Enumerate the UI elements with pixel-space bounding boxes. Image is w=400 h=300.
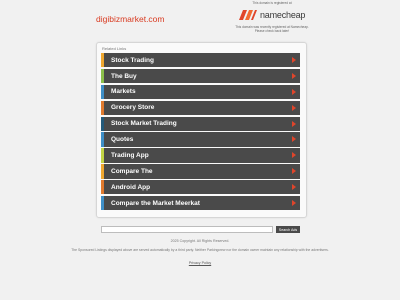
related-links-panel: Related Links Stock Trading The Buy Market… — [96, 42, 307, 218]
domain-title: digibizmarket.com — [96, 14, 165, 24]
panel-title: Related Links — [102, 46, 127, 51]
registrar-note: This domain was recently registered at N… — [235, 25, 309, 33]
related-link[interactable]: Android App — [101, 180, 300, 195]
search-row: Search Ads — [101, 226, 301, 234]
search-input[interactable] — [101, 226, 273, 233]
link-color-bar — [101, 68, 104, 84]
search-ads-button[interactable]: Search Ads — [276, 226, 300, 233]
arrow-right-icon — [292, 104, 296, 111]
arrow-right-icon — [292, 184, 296, 191]
arrow-right-icon — [292, 168, 296, 175]
related-link-label: Android App — [111, 183, 151, 191]
related-link[interactable]: Grocery Store — [101, 100, 300, 115]
related-link-label: Markets — [111, 88, 136, 96]
related-link-label: Grocery Store — [111, 104, 155, 112]
link-color-bar — [101, 100, 104, 115]
related-link-label: Stock Market Trading — [111, 120, 177, 128]
arrow-right-icon — [292, 57, 296, 63]
arrow-right-icon — [292, 200, 296, 207]
arrow-right-icon — [292, 88, 296, 95]
related-link-label: Quotes — [111, 136, 134, 144]
related-link[interactable]: Trading App — [101, 148, 300, 163]
related-links-list: Stock Trading The Buy Markets Grocery Store… — [101, 53, 300, 212]
disclaimer-text: The Sponsored Listings displayed above a… — [71, 248, 329, 252]
related-link[interactable]: Quotes — [101, 132, 300, 147]
link-color-bar — [101, 116, 104, 131]
privacy-policy-link[interactable]: Privacy Policy — [0, 261, 400, 265]
related-link-label: The Buy — [111, 72, 137, 80]
link-color-bar — [101, 53, 104, 68]
copyright-text: 2025 Copyright. All Rights Reserved. — [170, 239, 230, 243]
header: digibizmarket.com This domain is registe… — [0, 0, 400, 38]
related-link[interactable]: The Buy — [101, 68, 300, 84]
related-link-label: Stock Trading — [111, 56, 154, 64]
registered-note: This domain is registered at — [252, 1, 292, 5]
link-color-bar — [101, 196, 104, 211]
related-link[interactable]: Compare the Market Meerkat — [101, 196, 300, 211]
namecheap-logo-icon — [239, 10, 257, 20]
arrow-right-icon — [292, 120, 296, 127]
related-link[interactable]: Markets — [101, 84, 300, 100]
arrow-right-icon — [292, 72, 296, 79]
arrow-right-icon — [292, 152, 296, 159]
related-link[interactable]: Compare The — [101, 164, 300, 179]
namecheap-wordmark: namecheap — [260, 10, 306, 20]
link-color-bar — [101, 164, 104, 179]
link-color-bar — [101, 148, 104, 163]
arrow-right-icon — [292, 136, 296, 143]
link-color-bar — [101, 84, 104, 100]
related-link[interactable]: Stock Trading — [101, 53, 300, 68]
related-link-label: Trading App — [111, 151, 149, 159]
namecheap-logo[interactable]: namecheap — [238, 8, 305, 22]
related-link[interactable]: Stock Market Trading — [101, 116, 300, 131]
related-link-label: Compare the Market Meerkat — [111, 199, 200, 207]
related-link-label: Compare The — [111, 167, 153, 175]
link-color-bar — [101, 132, 104, 147]
link-color-bar — [101, 180, 104, 195]
